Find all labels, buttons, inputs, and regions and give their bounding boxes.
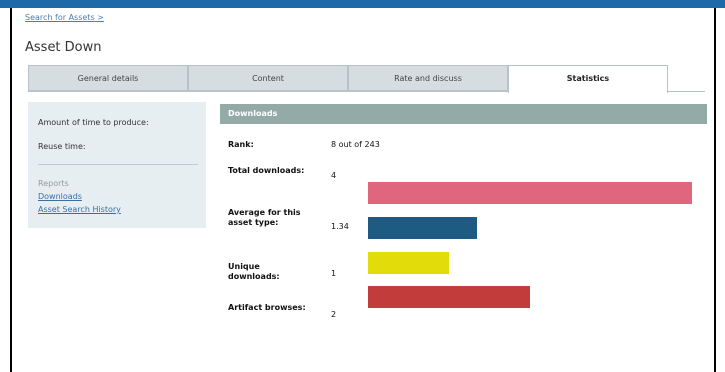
tab-rate-and-discuss[interactable]: Rate and discuss bbox=[348, 65, 508, 91]
page-title: Asset Down bbox=[25, 40, 102, 55]
left-border bbox=[10, 8, 12, 372]
total-downloads-label: Total downloads: bbox=[228, 166, 305, 175]
rank-value: 8 out of 243 bbox=[331, 140, 380, 149]
sidebar-divider bbox=[38, 164, 198, 165]
total-downloads-bar bbox=[368, 182, 692, 204]
average-value: 1.34 bbox=[331, 222, 349, 231]
unique-downloads-label: Unique downloads: bbox=[228, 262, 280, 281]
tab-content[interactable]: Content bbox=[188, 65, 348, 91]
unique-downloads-value: 1 bbox=[331, 269, 337, 278]
artifact-browses-value: 2 bbox=[331, 310, 337, 319]
downloads-header: Downloads bbox=[220, 104, 707, 124]
unique-downloads-bar bbox=[368, 252, 449, 274]
sidebar-panel: Amount of time to produce: Reuse time: R… bbox=[28, 102, 206, 228]
reuse-time-label: Reuse time: bbox=[38, 142, 86, 151]
tab-statistics[interactable]: Statistics bbox=[508, 65, 668, 93]
rank-label: Rank: bbox=[228, 140, 254, 149]
average-label: Average for this asset type: bbox=[228, 208, 301, 227]
top-bar bbox=[0, 0, 725, 8]
downloads-report-link[interactable]: Downloads bbox=[38, 192, 82, 201]
average-bar bbox=[368, 217, 477, 239]
asset-search-history-link[interactable]: Asset Search History bbox=[38, 205, 121, 214]
artifact-browses-label: Artifact browses: bbox=[228, 303, 306, 312]
production-time-label: Amount of time to produce: bbox=[38, 118, 149, 127]
breadcrumb-separator: > bbox=[97, 13, 104, 22]
tab-general-details[interactable]: General details bbox=[28, 65, 188, 91]
total-downloads-value: 4 bbox=[331, 171, 337, 180]
breadcrumb[interactable]: Search for Assets > bbox=[25, 13, 104, 22]
reports-heading: Reports bbox=[38, 179, 69, 188]
breadcrumb-link[interactable]: Search for Assets bbox=[25, 13, 95, 22]
right-border bbox=[714, 8, 716, 372]
artifact-browses-bar bbox=[368, 286, 530, 308]
